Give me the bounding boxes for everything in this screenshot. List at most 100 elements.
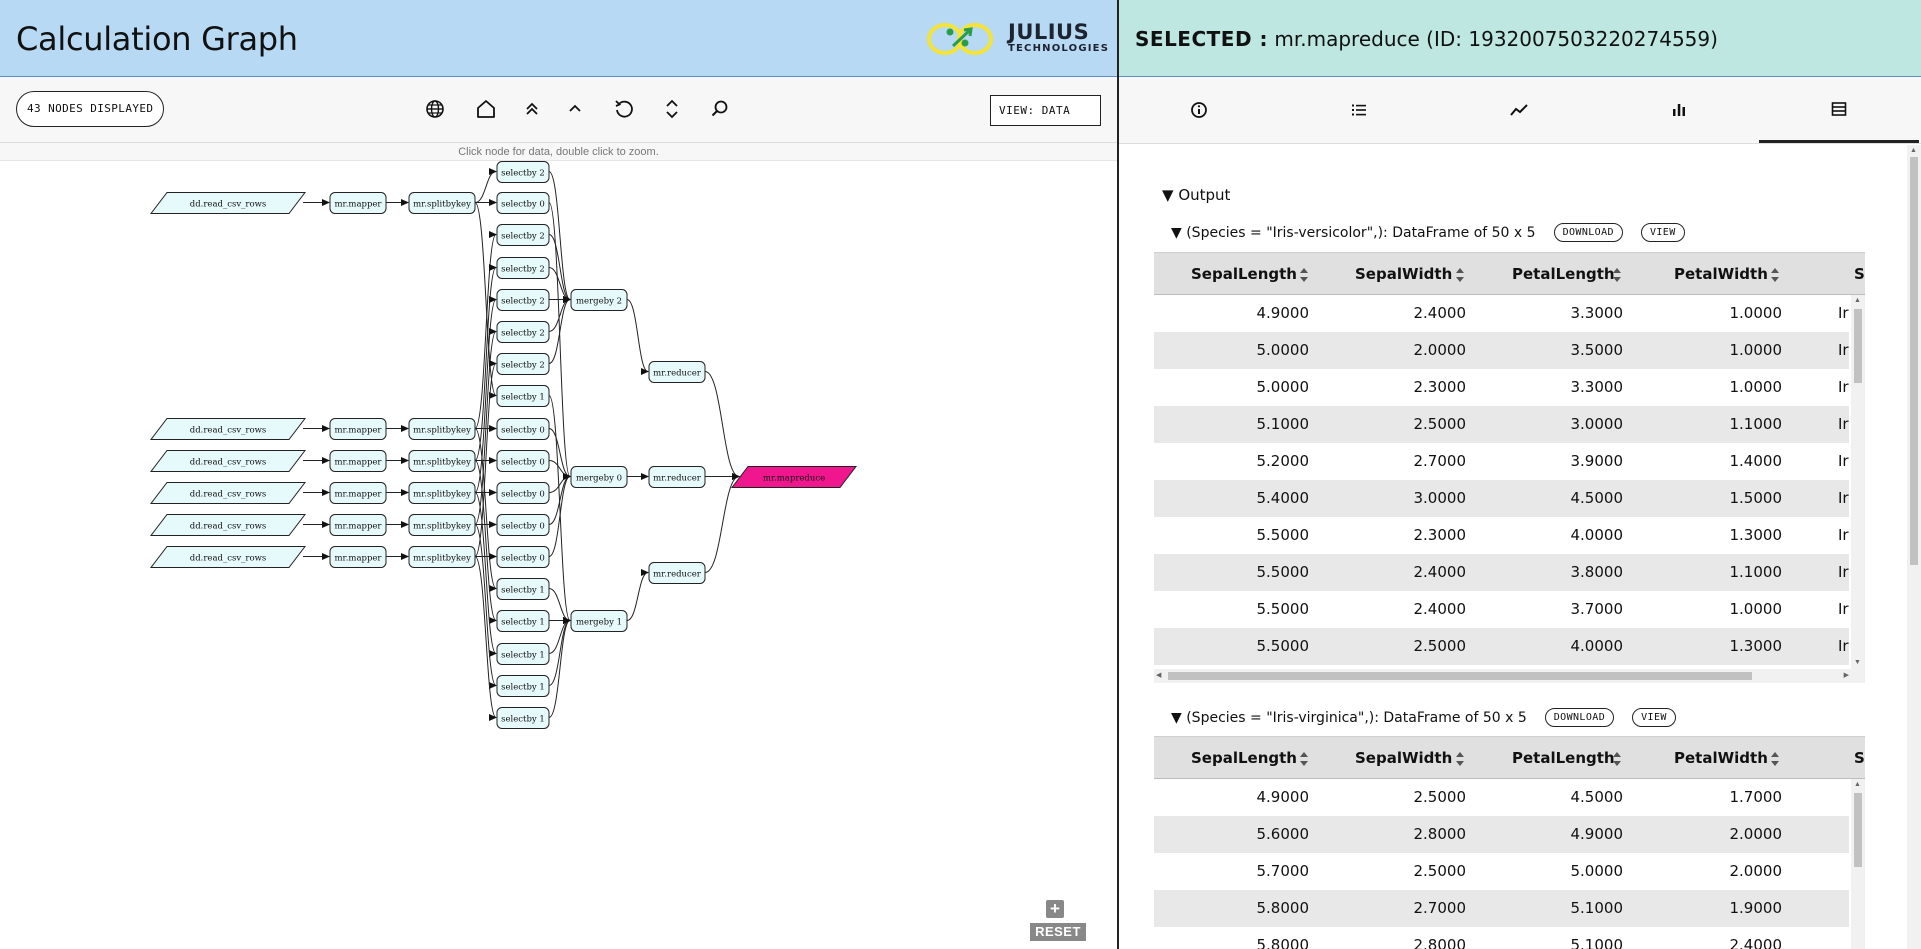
- graph-node-sel4[interactable]: selectby 2: [496, 289, 550, 311]
- home-button[interactable]: [472, 95, 500, 123]
- sort-icon[interactable]: [1455, 750, 1465, 768]
- zoom-reset-button[interactable]: RESET: [1030, 923, 1086, 941]
- table-row[interactable]: 5.6000 2.8000 4.9000 2.0000: [1154, 816, 1849, 853]
- table-row[interactable]: 5.4000 3.0000 4.5000 1.5000 Ir: [1154, 480, 1849, 517]
- nodes-count-badge[interactable]: 43 NODES DISPLAYED: [16, 91, 165, 127]
- column-header[interactable]: SepalLength: [1191, 253, 1297, 296]
- graph-node-sel17[interactable]: selectby 1: [496, 707, 550, 729]
- refresh-button[interactable]: [610, 95, 638, 123]
- column-header[interactable]: S: [1854, 737, 1865, 780]
- table-row[interactable]: 5.5000 2.3000 4.0000 1.3000 Ir: [1154, 517, 1849, 554]
- expand-button[interactable]: [658, 95, 686, 123]
- graph-node-sel0[interactable]: selectby 2: [496, 161, 550, 183]
- table-vertical-scrollbar[interactable]: ▲ ▼: [1851, 295, 1865, 669]
- graph-node-map2[interactable]: mr.mapper: [329, 450, 387, 472]
- scroll-right-icon[interactable]: ▶: [1844, 672, 1849, 680]
- column-header[interactable]: PetalLength: [1512, 253, 1615, 296]
- scroll-down-icon[interactable]: ▼: [1854, 659, 1861, 667]
- tab-list[interactable]: [1279, 77, 1439, 143]
- graph-node-merge0[interactable]: mergeby 0: [570, 466, 628, 488]
- dataframe-header[interactable]: ▼ (Species = "Iris-virginica",): DataFra…: [1171, 708, 1676, 727]
- sort-icon[interactable]: [1770, 266, 1780, 284]
- scroll-thumb[interactable]: [1854, 793, 1862, 867]
- graph-node-map0[interactable]: mr.mapper: [329, 192, 387, 214]
- graph-node-sel6[interactable]: selectby 2: [496, 353, 550, 375]
- graph-node-sel8[interactable]: selectby 0: [496, 418, 550, 440]
- globe-button[interactable]: [421, 95, 449, 123]
- scroll-up-icon[interactable]: ▲: [1910, 147, 1917, 155]
- download-button[interactable]: DOWNLOAD: [1544, 708, 1615, 727]
- graph-node-sel10[interactable]: selectby 0: [496, 482, 550, 504]
- graph-node-final[interactable]: mr.mapreduce: [730, 466, 858, 488]
- column-header[interactable]: PetalWidth: [1674, 253, 1768, 296]
- scroll-up-icon[interactable]: ▲: [1854, 297, 1861, 305]
- graph-node-red0[interactable]: mr.reducer: [648, 361, 706, 383]
- table-row[interactable]: 5.0000 2.3000 3.3000 1.0000 Ir: [1154, 369, 1849, 406]
- sort-icon[interactable]: [1455, 266, 1465, 284]
- dataframe-header[interactable]: ▼ (Species = "Iris-versicolor",): DataFr…: [1171, 223, 1685, 242]
- table-horizontal-scrollbar[interactable]: ◀ ▶: [1154, 669, 1865, 683]
- column-header[interactable]: PetalLength: [1512, 737, 1615, 780]
- graph-node-sel3[interactable]: selectby 2: [496, 257, 550, 279]
- graph-node-src3[interactable]: dd.read_csv_rows: [149, 482, 307, 504]
- graph-node-merge2[interactable]: mergeby 2: [570, 289, 628, 311]
- sort-icon[interactable]: [1299, 266, 1309, 284]
- graph-node-map5[interactable]: mr.mapper: [329, 546, 387, 568]
- graph-node-sel11[interactable]: selectby 0: [496, 514, 550, 536]
- table-row[interactable]: 5.5000 2.4000 3.7000 1.0000 Ir: [1154, 591, 1849, 628]
- column-header[interactable]: S: [1854, 253, 1865, 296]
- scroll-up-icon[interactable]: ▲: [1854, 781, 1861, 789]
- graph-node-src2[interactable]: dd.read_csv_rows: [149, 450, 307, 472]
- view-mode-select[interactable]: VIEW: DATA: [990, 95, 1101, 126]
- collapse-button[interactable]: [561, 95, 589, 123]
- graph-node-map3[interactable]: mr.mapper: [329, 482, 387, 504]
- table-vertical-scrollbar[interactable]: ▲: [1851, 779, 1865, 949]
- table-row[interactable]: 5.1000 2.5000 3.0000 1.1000 Ir: [1154, 406, 1849, 443]
- scroll-thumb[interactable]: [1854, 309, 1862, 383]
- column-header[interactable]: PetalWidth: [1674, 737, 1768, 780]
- graph-node-sel5[interactable]: selectby 2: [496, 321, 550, 343]
- scroll-thumb[interactable]: [1168, 672, 1752, 680]
- graph-node-split4[interactable]: mr.splitbykey: [408, 514, 476, 536]
- graph-node-sel1[interactable]: selectby 0: [496, 192, 550, 214]
- graph-node-split2[interactable]: mr.splitbykey: [408, 450, 476, 472]
- table-row[interactable]: 5.8000 2.7000 5.1000 1.9000: [1154, 890, 1849, 927]
- panel-scrollbar[interactable]: ▲: [1907, 145, 1921, 949]
- graph-node-map1[interactable]: mr.mapper: [329, 418, 387, 440]
- view-button[interactable]: VIEW: [1632, 708, 1676, 727]
- table-row[interactable]: 5.0000 2.0000 3.5000 1.0000 Ir: [1154, 332, 1849, 369]
- table-row[interactable]: 4.9000 2.5000 4.5000 1.7000: [1154, 779, 1849, 816]
- calculation-graph[interactable]: dd.read_csv_rows mr.mapper mr.splitbykey dd…: [0, 161, 1117, 949]
- tab-bar-chart[interactable]: [1599, 77, 1759, 143]
- sort-icon[interactable]: [1299, 750, 1309, 768]
- table-row[interactable]: 5.7000 2.5000 5.0000 2.0000: [1154, 853, 1849, 890]
- zoom-in-button[interactable]: +: [1046, 900, 1064, 918]
- table-row[interactable]: 5.8000 2.8000 5.1000 2.4000: [1154, 927, 1849, 949]
- graph-node-src1[interactable]: dd.read_csv_rows: [149, 418, 307, 440]
- table-row[interactable]: 5.5000 2.5000 4.0000 1.3000 Ir: [1154, 628, 1849, 665]
- view-button[interactable]: VIEW: [1640, 223, 1685, 242]
- column-header[interactable]: SepalLength: [1191, 737, 1297, 780]
- graph-node-sel7[interactable]: selectby 1: [496, 385, 550, 407]
- scroll-thumb[interactable]: [1910, 157, 1918, 565]
- graph-node-src0[interactable]: dd.read_csv_rows: [149, 192, 307, 214]
- graph-node-red1[interactable]: mr.reducer: [648, 466, 706, 488]
- download-button[interactable]: DOWNLOAD: [1553, 223, 1623, 242]
- graph-node-sel14[interactable]: selectby 1: [496, 610, 550, 632]
- graph-node-split3[interactable]: mr.splitbykey: [408, 482, 476, 504]
- graph-node-map4[interactable]: mr.mapper: [329, 514, 387, 536]
- sort-icon[interactable]: [1612, 750, 1622, 768]
- graph-node-red2[interactable]: mr.reducer: [648, 562, 706, 584]
- tab-line-chart[interactable]: [1439, 77, 1599, 143]
- tab-info[interactable]: [1119, 77, 1279, 143]
- table-row[interactable]: 5.2000 2.7000 3.9000 1.4000 Ir: [1154, 443, 1849, 480]
- graph-node-split1[interactable]: mr.splitbykey: [408, 418, 476, 440]
- column-header[interactable]: SepalWidth: [1355, 253, 1452, 296]
- sort-icon[interactable]: [1612, 266, 1622, 284]
- scroll-left-icon[interactable]: ◀: [1156, 672, 1161, 680]
- graph-canvas[interactable]: dd.read_csv_rows mr.mapper mr.splitbykey dd…: [0, 161, 1117, 949]
- graph-node-sel12[interactable]: selectby 0: [496, 546, 550, 568]
- sort-icon[interactable]: [1770, 750, 1780, 768]
- graph-node-sel13[interactable]: selectby 1: [496, 578, 550, 600]
- graph-node-src5[interactable]: dd.read_csv_rows: [149, 546, 307, 568]
